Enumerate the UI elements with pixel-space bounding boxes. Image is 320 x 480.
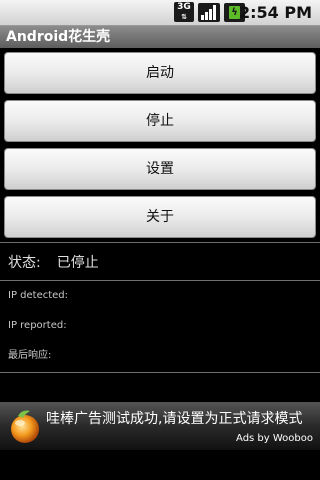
wooboo-logo-icon bbox=[11, 410, 39, 443]
ip-reported-label: IP reported: bbox=[8, 320, 67, 331]
app-title-bar: Android花生壳 bbox=[0, 26, 320, 48]
network-3g-icon: 3G ⇅ bbox=[174, 2, 194, 22]
ad-text[interactable]: 哇棒广告测试成功,请设置为正式请求模式 bbox=[46, 410, 302, 428]
settings-button[interactable]: 设置 bbox=[4, 148, 316, 190]
ad-banner[interactable]: 哇棒广告测试成功,请设置为正式请求模式 Ads by Wooboo bbox=[0, 402, 320, 450]
signal-strength-icon bbox=[198, 3, 220, 22]
divider bbox=[0, 242, 320, 243]
status-bar: 3G ⇅ ϟ 2:54 PM bbox=[0, 0, 320, 26]
ip-detected-label: IP detected: bbox=[8, 290, 69, 301]
stop-button[interactable]: 停止 bbox=[4, 100, 316, 142]
start-button[interactable]: 启动 bbox=[4, 52, 316, 94]
status-value: 已停止 bbox=[56, 255, 99, 271]
last-response-label: 最后响应: bbox=[8, 350, 52, 361]
divider bbox=[0, 280, 320, 281]
about-button[interactable]: 关于 bbox=[4, 196, 316, 238]
divider bbox=[0, 372, 320, 373]
status-label: 状态: bbox=[8, 255, 41, 271]
ad-credit: Ads by Wooboo bbox=[236, 433, 313, 444]
status-time: 2:54 PM bbox=[238, 3, 312, 22]
status-row: 状态: 已停止 bbox=[8, 254, 99, 272]
network-type-label: 3G bbox=[177, 2, 191, 12]
